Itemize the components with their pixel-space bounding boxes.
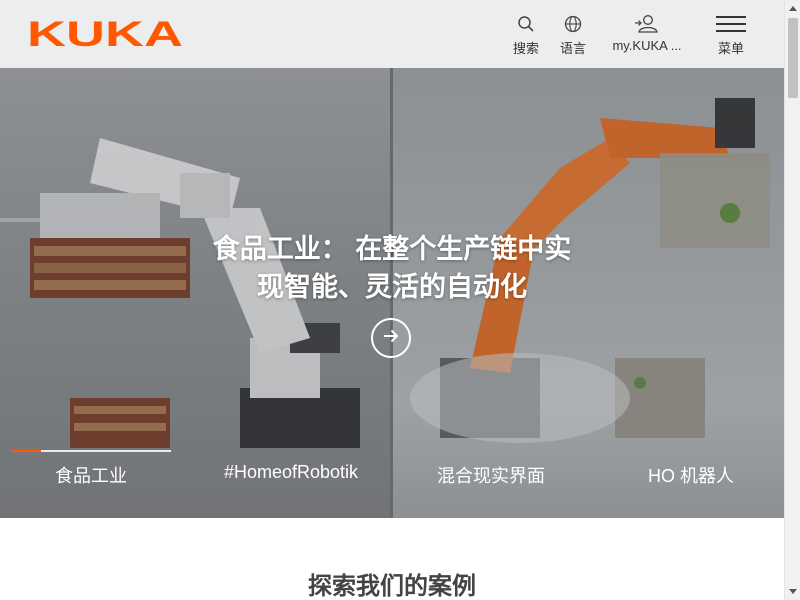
hero-tabs: 食品工业 #HomeofRobotik 混合现实界面 HO 机器人 bbox=[0, 448, 784, 518]
hero-title-line-2: 现智能、灵活的自动化 bbox=[257, 272, 527, 302]
hamburger-icon bbox=[716, 12, 746, 36]
search-button[interactable]: 搜索 bbox=[508, 12, 544, 57]
menu-button[interactable]: 菜单 bbox=[712, 12, 750, 57]
hero-title: 食品工业： 在整个生产链中实 现智能、灵活的自动化 bbox=[180, 230, 604, 306]
site-header: KUKA 搜索 语言 my.KUKA ... 菜单 bbox=[0, 0, 784, 68]
tab-home-of-robotik[interactable]: #HomeofRobotik bbox=[206, 462, 376, 483]
scroll-down-arrow-icon[interactable] bbox=[785, 584, 800, 600]
search-icon bbox=[517, 12, 535, 36]
user-icon bbox=[634, 12, 660, 36]
scroll-up-arrow-icon[interactable] bbox=[785, 0, 800, 16]
language-label: 语言 bbox=[559, 41, 586, 56]
logo-text: KUKA bbox=[27, 18, 183, 48]
arrow-right-circle-icon bbox=[381, 326, 401, 351]
my-kuka-button[interactable]: my.KUKA ... bbox=[604, 12, 690, 53]
kuka-logo[interactable]: KUKA bbox=[27, 18, 183, 48]
tab-ho-robot[interactable]: HO 机器人 bbox=[606, 462, 776, 488]
hero-carousel: 食品工业： 在整个生产链中实 现智能、灵活的自动化 食品工业 #HomeofRo… bbox=[0, 68, 784, 518]
tab-mixed-reality-interface[interactable]: 混合现实界面 bbox=[406, 462, 576, 488]
globe-icon bbox=[564, 12, 582, 36]
hero-cta-button[interactable] bbox=[371, 318, 411, 358]
hero-title-line-1: 食品工业： 在整个生产链中实 bbox=[212, 234, 572, 264]
tab-progress-indicator bbox=[11, 450, 41, 452]
search-label: 搜索 bbox=[512, 41, 539, 56]
section-title: 探索我们的案例 bbox=[308, 573, 476, 600]
menu-label: 菜单 bbox=[717, 41, 744, 56]
my-kuka-label: my.KUKA ... bbox=[612, 38, 682, 53]
language-button[interactable]: 语言 bbox=[555, 12, 591, 57]
tab-food-industry[interactable]: 食品工业 bbox=[6, 462, 176, 488]
scrollbar-thumb[interactable] bbox=[788, 18, 798, 98]
page-scrollbar[interactable] bbox=[784, 0, 800, 600]
